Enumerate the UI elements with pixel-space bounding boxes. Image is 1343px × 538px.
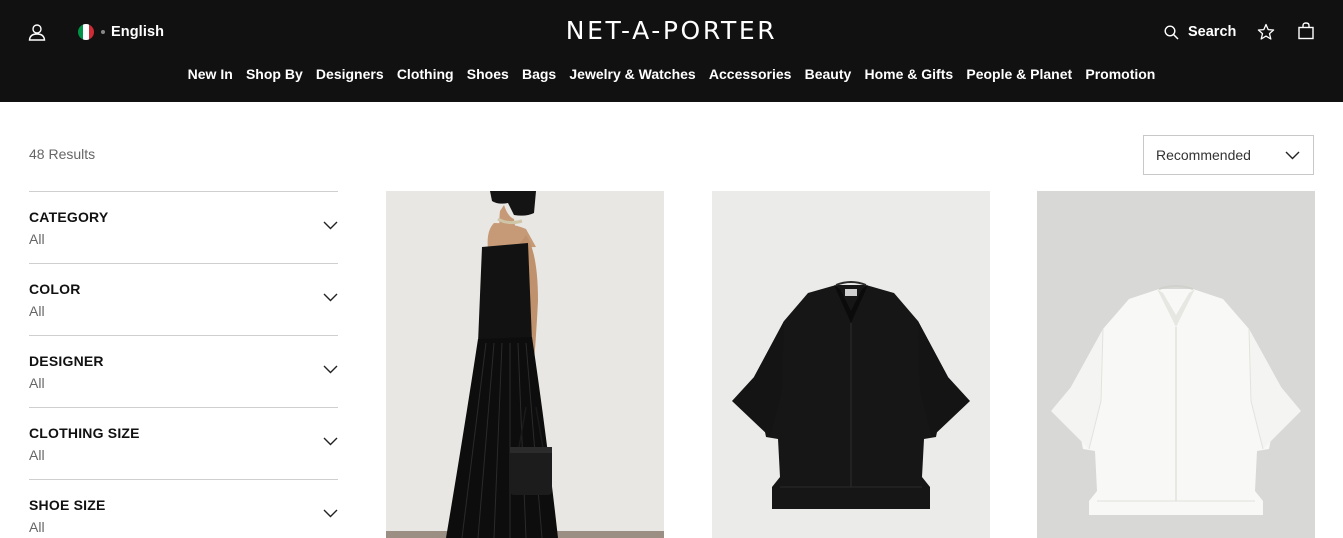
filter-value: All: [29, 231, 45, 247]
filter-category[interactable]: CATEGORY All: [29, 191, 338, 263]
sort-selected-value: Recommended: [1156, 147, 1251, 163]
product-image: [386, 191, 664, 538]
filter-color[interactable]: COLOR All: [29, 263, 338, 335]
filter-clothing-size[interactable]: CLOTHING SIZE All: [29, 407, 338, 479]
chevron-down-icon: [1285, 151, 1300, 159]
search-icon: [1164, 24, 1179, 40]
filter-title: COLOR: [29, 281, 81, 297]
nav-item-bags[interactable]: Bags: [522, 66, 556, 82]
chevron-down-icon: [323, 293, 338, 302]
nav-item-jewelry-watches[interactable]: Jewelry & Watches: [569, 66, 695, 82]
nav-item-accessories[interactable]: Accessories: [709, 66, 792, 82]
filter-value: All: [29, 519, 45, 535]
nav-item-beauty[interactable]: Beauty: [805, 66, 852, 82]
nav-item-clothing[interactable]: Clothing: [397, 66, 454, 82]
filter-sidebar: CATEGORY All COLOR All DESIGNER All CLOT…: [29, 191, 338, 538]
filter-designer[interactable]: DESIGNER All: [29, 335, 338, 407]
nav-item-shop-by[interactable]: Shop By: [246, 66, 303, 82]
star-icon[interactable]: [1257, 23, 1275, 41]
chevron-down-icon: [323, 509, 338, 518]
chevron-down-icon: [323, 437, 338, 446]
search-button[interactable]: Search: [1164, 24, 1236, 40]
nav-item-promotion[interactable]: Promotion: [1085, 66, 1155, 82]
nav-item-home-gifts[interactable]: Home & Gifts: [864, 66, 953, 82]
site-header: English NET-A-PORTER Search New In Shop …: [0, 0, 1343, 102]
nav-item-new-in[interactable]: New In: [188, 66, 233, 82]
filter-shoe-size[interactable]: SHOE SIZE All: [29, 479, 338, 538]
nav-item-shoes[interactable]: Shoes: [467, 66, 509, 82]
sort-dropdown[interactable]: Recommended: [1143, 135, 1314, 175]
product-image: [1037, 191, 1315, 538]
filter-value: All: [29, 303, 45, 319]
product-card[interactable]: [712, 191, 990, 538]
filter-title: CATEGORY: [29, 209, 109, 225]
filter-value: All: [29, 447, 45, 463]
search-label: Search: [1188, 24, 1237, 40]
results-count: 48 Results: [29, 146, 96, 162]
filter-title: DESIGNER: [29, 353, 104, 369]
filter-title: SHOE SIZE: [29, 497, 106, 513]
filter-value: All: [29, 375, 45, 391]
product-card[interactable]: [1037, 191, 1315, 538]
chevron-down-icon: [323, 221, 338, 230]
main-navigation: New In Shop By Designers Clothing Shoes …: [0, 66, 1343, 82]
bag-icon[interactable]: [1297, 22, 1315, 40]
filter-title: CLOTHING SIZE: [29, 425, 140, 441]
product-image: [712, 191, 990, 538]
product-card[interactable]: [386, 191, 664, 538]
chevron-down-icon: [323, 365, 338, 374]
nav-item-designers[interactable]: Designers: [316, 66, 384, 82]
nav-item-people-planet[interactable]: People & Planet: [966, 66, 1072, 82]
site-logo[interactable]: NET-A-PORTER: [0, 16, 1343, 45]
